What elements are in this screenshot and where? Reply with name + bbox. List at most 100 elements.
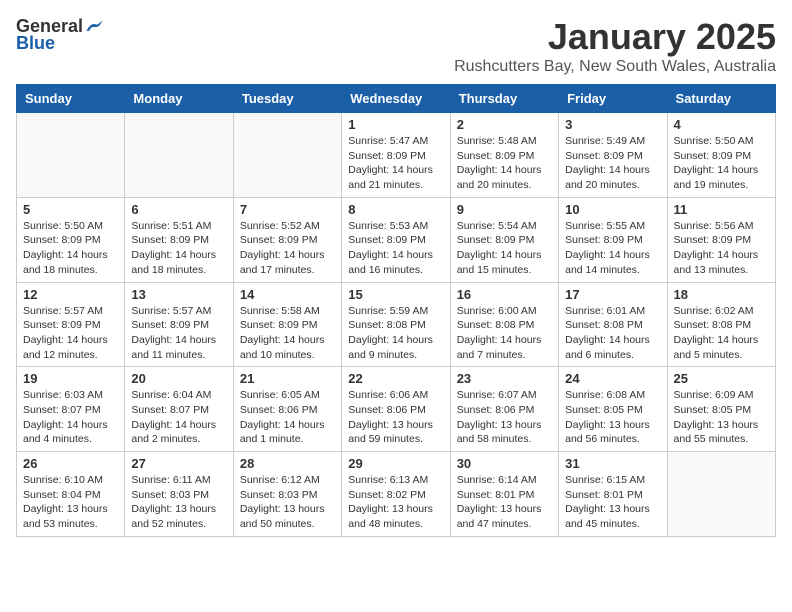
- calendar-cell: 30 Sunrise: 6:14 AM Sunset: 8:01 PM Dayli…: [450, 452, 558, 537]
- logo: General Blue: [16, 16, 103, 54]
- day-info: Sunrise: 5:51 AM Sunset: 8:09 PM Dayligh…: [131, 219, 226, 278]
- day-number: 16: [457, 287, 552, 302]
- day-number: 30: [457, 456, 552, 471]
- day-number: 17: [565, 287, 660, 302]
- day-of-week-header: Tuesday: [233, 85, 341, 113]
- calendar-cell: 4Sunrise: 5:50 AM Sunset: 8:09 PM Daylig…: [667, 113, 775, 198]
- day-info: Sunrise: 6:00 AM Sunset: 8:08 PM Dayligh…: [457, 304, 552, 363]
- day-number: 1: [348, 117, 443, 132]
- day-number: 13: [131, 287, 226, 302]
- day-info: Sunrise: 5:57 AM Sunset: 8:09 PM Dayligh…: [131, 304, 226, 363]
- day-info: Sunrise: 6:12 AM Sunset: 8:03 PM Dayligh…: [240, 473, 335, 532]
- day-number: 9: [457, 202, 552, 217]
- calendar-cell: 6 Sunrise: 5:51 AM Sunset: 8:09 PM Daylig…: [125, 197, 233, 282]
- calendar-cell: 16 Sunrise: 6:00 AM Sunset: 8:08 PM Dayli…: [450, 282, 558, 367]
- day-number: 29: [348, 456, 443, 471]
- day-number: 22: [348, 371, 443, 386]
- day-number: 21: [240, 371, 335, 386]
- logo-bird-icon: [85, 18, 103, 36]
- calendar-title-area: January 2025 Rushcutters Bay, New South …: [454, 16, 776, 76]
- calendar-cell: 27 Sunrise: 6:11 AM Sunset: 8:03 PM Dayli…: [125, 452, 233, 537]
- day-number: 24: [565, 371, 660, 386]
- calendar-week-row: 19 Sunrise: 6:03 AM Sunset: 8:07 PM Dayli…: [17, 367, 776, 452]
- calendar-cell: 13 Sunrise: 5:57 AM Sunset: 8:09 PM Dayli…: [125, 282, 233, 367]
- day-number: 25: [674, 371, 769, 386]
- day-of-week-header: Sunday: [17, 85, 125, 113]
- day-number: 27: [131, 456, 226, 471]
- day-number: 23: [457, 371, 552, 386]
- calendar-cell: 19 Sunrise: 6:03 AM Sunset: 8:07 PM Dayli…: [17, 367, 125, 452]
- day-number: 15: [348, 287, 443, 302]
- calendar-cell: 12 Sunrise: 5:57 AM Sunset: 8:09 PM Dayli…: [17, 282, 125, 367]
- calendar-cell: 26 Sunrise: 6:10 AM Sunset: 8:04 PM Dayli…: [17, 452, 125, 537]
- calendar-cell: 23Sunrise: 6:07 AM Sunset: 8:06 PM Dayli…: [450, 367, 558, 452]
- day-of-week-header: Saturday: [667, 85, 775, 113]
- calendar-cell: 22 Sunrise: 6:06 AM Sunset: 8:06 PM Dayli…: [342, 367, 450, 452]
- day-info: Sunrise: 6:08 AM Sunset: 8:05 PM Dayligh…: [565, 388, 660, 447]
- day-info: Sunrise: 6:01 AM Sunset: 8:08 PM Dayligh…: [565, 304, 660, 363]
- calendar-cell: 9 Sunrise: 5:54 AM Sunset: 8:09 PM Daylig…: [450, 197, 558, 282]
- calendar-cell: 10 Sunrise: 5:55 AM Sunset: 8:09 PM Dayli…: [559, 197, 667, 282]
- day-info: Sunrise: 5:55 AM Sunset: 8:09 PM Dayligh…: [565, 219, 660, 278]
- day-info: Sunrise: 5:49 AM Sunset: 8:09 PM Dayligh…: [565, 134, 660, 193]
- day-of-week-header: Wednesday: [342, 85, 450, 113]
- calendar-week-row: 12 Sunrise: 5:57 AM Sunset: 8:09 PM Dayli…: [17, 282, 776, 367]
- day-info: Sunrise: 6:06 AM Sunset: 8:06 PM Dayligh…: [348, 388, 443, 447]
- day-info: Sunrise: 6:15 AM Sunset: 8:01 PM Dayligh…: [565, 473, 660, 532]
- day-info: Sunrise: 6:02 AM Sunset: 8:08 PM Dayligh…: [674, 304, 769, 363]
- day-number: 10: [565, 202, 660, 217]
- calendar-cell: [667, 452, 775, 537]
- day-number: 6: [131, 202, 226, 217]
- day-info: Sunrise: 6:09 AM Sunset: 8:05 PM Dayligh…: [674, 388, 769, 447]
- day-number: 26: [23, 456, 118, 471]
- day-of-week-header: Monday: [125, 85, 233, 113]
- day-number: 3: [565, 117, 660, 132]
- calendar-week-row: 5 Sunrise: 5:50 AM Sunset: 8:09 PM Daylig…: [17, 197, 776, 282]
- day-number: 20: [131, 371, 226, 386]
- day-info: Sunrise: 6:14 AM Sunset: 8:01 PM Dayligh…: [457, 473, 552, 532]
- calendar-cell: 18Sunrise: 6:02 AM Sunset: 8:08 PM Dayli…: [667, 282, 775, 367]
- calendar-cell: 14 Sunrise: 5:58 AM Sunset: 8:09 PM Dayli…: [233, 282, 341, 367]
- day-number: 12: [23, 287, 118, 302]
- calendar-cell: 31 Sunrise: 6:15 AM Sunset: 8:01 PM Dayli…: [559, 452, 667, 537]
- calendar-cell: 25 Sunrise: 6:09 AM Sunset: 8:05 PM Dayli…: [667, 367, 775, 452]
- day-number: 11: [674, 202, 769, 217]
- day-info: Sunrise: 5:54 AM Sunset: 8:09 PM Dayligh…: [457, 219, 552, 278]
- day-info: Sunrise: 5:53 AM Sunset: 8:09 PM Dayligh…: [348, 219, 443, 278]
- day-info: Sunrise: 5:59 AM Sunset: 8:08 PM Dayligh…: [348, 304, 443, 363]
- day-info: Sunrise: 6:11 AM Sunset: 8:03 PM Dayligh…: [131, 473, 226, 532]
- calendar-week-row: 1 Sunrise: 5:47 AM Sunset: 8:09 PM Daylig…: [17, 113, 776, 198]
- day-info: Sunrise: 5:58 AM Sunset: 8:09 PM Dayligh…: [240, 304, 335, 363]
- day-info: Sunrise: 5:57 AM Sunset: 8:09 PM Dayligh…: [23, 304, 118, 363]
- calendar-table: SundayMondayTuesdayWednesdayThursdayFrid…: [16, 84, 776, 537]
- calendar-cell: 21 Sunrise: 6:05 AM Sunset: 8:06 PM Dayli…: [233, 367, 341, 452]
- day-info: Sunrise: 5:50 AM Sunset: 8:09 PM Dayligh…: [23, 219, 118, 278]
- day-number: 31: [565, 456, 660, 471]
- day-number: 2: [457, 117, 552, 132]
- calendar-cell: 28 Sunrise: 6:12 AM Sunset: 8:03 PM Dayli…: [233, 452, 341, 537]
- day-info: Sunrise: 5:47 AM Sunset: 8:09 PM Dayligh…: [348, 134, 443, 193]
- day-number: 19: [23, 371, 118, 386]
- location-subtitle: Rushcutters Bay, New South Wales, Austra…: [454, 58, 776, 76]
- day-info: Sunrise: 6:03 AM Sunset: 8:07 PM Dayligh…: [23, 388, 118, 447]
- day-number: 14: [240, 287, 335, 302]
- calendar-cell: 1 Sunrise: 5:47 AM Sunset: 8:09 PM Daylig…: [342, 113, 450, 198]
- day-number: 5: [23, 202, 118, 217]
- calendar-cell: 2Sunrise: 5:48 AM Sunset: 8:09 PM Daylig…: [450, 113, 558, 198]
- day-info: Sunrise: 6:05 AM Sunset: 8:06 PM Dayligh…: [240, 388, 335, 447]
- calendar-cell: 17 Sunrise: 6:01 AM Sunset: 8:08 PM Dayli…: [559, 282, 667, 367]
- day-number: 8: [348, 202, 443, 217]
- calendar-cell: 3 Sunrise: 5:49 AM Sunset: 8:09 PM Daylig…: [559, 113, 667, 198]
- calendar-cell: [17, 113, 125, 198]
- day-of-week-header: Thursday: [450, 85, 558, 113]
- calendar-header-row: SundayMondayTuesdayWednesdayThursdayFrid…: [17, 85, 776, 113]
- calendar-cell: 15 Sunrise: 5:59 AM Sunset: 8:08 PM Dayli…: [342, 282, 450, 367]
- calendar-cell: 5 Sunrise: 5:50 AM Sunset: 8:09 PM Daylig…: [17, 197, 125, 282]
- calendar-cell: 29Sunrise: 6:13 AM Sunset: 8:02 PM Dayli…: [342, 452, 450, 537]
- month-title: January 2025: [454, 16, 776, 58]
- day-info: Sunrise: 6:10 AM Sunset: 8:04 PM Dayligh…: [23, 473, 118, 532]
- day-number: 28: [240, 456, 335, 471]
- day-info: Sunrise: 6:04 AM Sunset: 8:07 PM Dayligh…: [131, 388, 226, 447]
- calendar-cell: 7Sunrise: 5:52 AM Sunset: 8:09 PM Daylig…: [233, 197, 341, 282]
- day-info: Sunrise: 5:52 AM Sunset: 8:09 PM Dayligh…: [240, 219, 335, 278]
